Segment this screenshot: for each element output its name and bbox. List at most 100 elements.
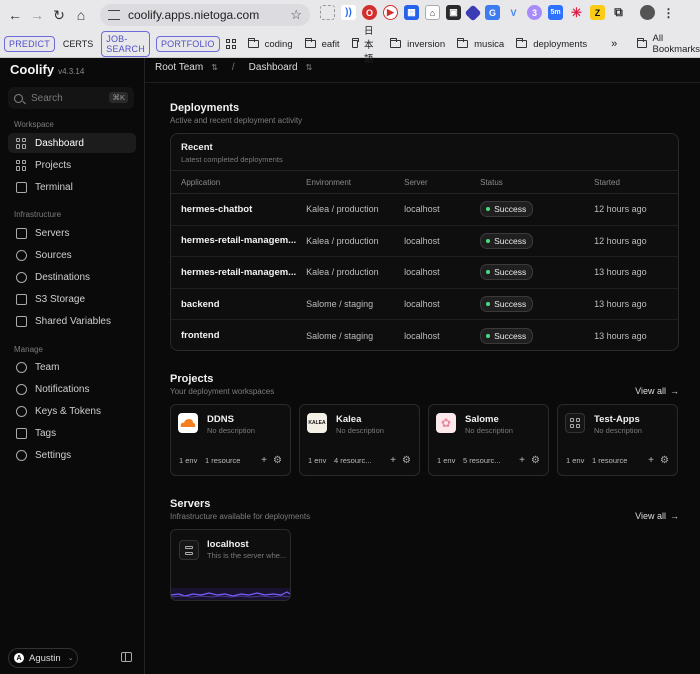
bookmark-folder-coding[interactable]: coding — [247, 38, 293, 50]
all-bookmarks[interactable]: All Bookmarks — [637, 33, 700, 55]
bookmark-folder-deployments[interactable]: deployments — [516, 38, 587, 50]
browser-menu-icon[interactable]: ⋮ — [661, 5, 676, 20]
more-bookmarks-icon[interactable]: » — [611, 38, 617, 50]
brand[interactable]: Coolify v4.3.14 — [10, 62, 84, 77]
sidebar-item-keys-tokens[interactable]: Keys & Tokens — [8, 401, 136, 421]
table-row[interactable]: backend Salome / staging localhost Succe… — [171, 288, 678, 321]
sidebar-item-dashboard[interactable]: Dashboard — [8, 133, 136, 153]
screenshot-extension-icon[interactable] — [320, 5, 335, 20]
sidebar-item-sources[interactable]: Sources — [8, 245, 136, 265]
project-name: DDNS — [207, 414, 234, 425]
add-resource-icon[interactable]: + — [642, 455, 660, 466]
sparkle-extension-icon[interactable]: ✳ — [569, 5, 584, 20]
gear-icon[interactable]: ⚙ — [402, 455, 411, 466]
search-icon — [14, 93, 23, 103]
sidebar-item-label: Shared Variables — [35, 315, 111, 327]
opera-extension-icon[interactable]: O — [362, 5, 377, 20]
cell-application[interactable]: hermes-chatbot — [171, 193, 297, 226]
add-resource-icon[interactable]: + — [513, 455, 531, 466]
project-card-test-apps[interactable]: Test-Apps No description 1 env 1 resourc… — [557, 404, 678, 476]
sidebar-item-shared-variables[interactable]: Shared Variables — [8, 311, 136, 331]
puzzle-extension-icon[interactable]: ⧉ — [611, 5, 626, 20]
bookmark-folder-musica[interactable]: musica — [457, 38, 504, 50]
folder-icon — [351, 38, 360, 48]
section-label-manage: Manage — [14, 345, 43, 354]
add-resource-icon[interactable]: + — [384, 455, 402, 466]
sidebar-item-tags[interactable]: Tags — [8, 423, 136, 443]
browser-chrome: ← → ↻ ⌂ coolify.apps.nietoga.com ☆ )) O … — [0, 0, 700, 65]
bank-extension-icon[interactable]: ⌂ — [425, 5, 440, 20]
cell-application[interactable]: backend — [171, 288, 297, 321]
project-card-kalea[interactable]: KALEA Kalea No description 1 env 4 resou… — [299, 404, 420, 476]
apps-grid-icon[interactable] — [225, 39, 236, 49]
gear-icon[interactable]: ⚙ — [660, 455, 669, 466]
address-bar[interactable]: coolify.apps.nietoga.com ☆ — [100, 4, 310, 26]
sidebar-toggle-icon[interactable] — [121, 652, 132, 662]
sidebar-item-servers[interactable]: Servers — [8, 223, 136, 243]
sidebar-item-projects[interactable]: Projects — [8, 155, 136, 175]
home-icon[interactable]: ⌂ — [70, 4, 92, 26]
server-card-localhost[interactable]: localhost This is the server whe... — [170, 529, 291, 601]
zap-extension-icon[interactable]: Z — [590, 5, 605, 20]
project-card-salome[interactable]: ✿ Salome No description 1 env 5 resourc.… — [428, 404, 549, 476]
back-icon[interactable]: ← — [4, 4, 26, 26]
sidebar-item-team[interactable]: Team — [8, 357, 136, 377]
site-settings-icon[interactable] — [108, 10, 120, 20]
profile-avatar-icon[interactable] — [640, 5, 655, 20]
bookmark-folder-inversion[interactable]: inversion — [390, 38, 445, 50]
cell-application[interactable]: hermes-retail-managem... — [171, 256, 297, 289]
forward-icon[interactable]: → — [26, 4, 48, 26]
project-description: No description — [594, 426, 642, 435]
sidebar-item-notifications[interactable]: Notifications — [8, 379, 136, 399]
nfc-extension-icon[interactable]: )) — [341, 5, 356, 20]
search-input[interactable]: Search ⌘K — [8, 87, 134, 109]
breadcrumb-team[interactable]: Root Team — [155, 62, 203, 73]
bookmark-predict[interactable]: PREDICT — [4, 36, 55, 52]
deployments-title: Deployments — [170, 102, 240, 114]
salome-logo-icon: ✿ — [436, 413, 456, 433]
servers-icon — [16, 227, 27, 239]
table-row[interactable]: hermes-chatbot Kalea / production localh… — [171, 193, 678, 226]
bookmark-portfolio[interactable]: PORTFOLIO — [155, 36, 220, 52]
translate-extension-icon[interactable]: G — [485, 5, 500, 20]
linear-extension-icon[interactable] — [464, 4, 482, 21]
gear-icon[interactable]: ⚙ — [531, 455, 540, 466]
ai-extension-icon[interactable]: 3 — [527, 5, 542, 20]
timer-extension-icon[interactable]: 5m — [548, 5, 563, 20]
trello-extension-icon[interactable]: ▦ — [404, 5, 419, 20]
cell-application[interactable]: frontend — [171, 320, 296, 352]
table-row[interactable]: hermes-retail-managem... Kalea / product… — [171, 225, 678, 258]
project-footer: 1 env 1 resource + ⚙ — [179, 455, 282, 466]
team-switch-icon[interactable]: ⇅ — [211, 63, 218, 72]
bookmark-star-icon[interactable]: ☆ — [290, 7, 302, 23]
status-label: Success — [494, 299, 527, 310]
search-shortcut: ⌘K — [109, 92, 128, 103]
folder-label: eafit — [321, 38, 340, 50]
sidebar-item-s3-storage[interactable]: S3 Storage — [8, 289, 136, 309]
vue-extension-icon[interactable]: V — [506, 5, 521, 20]
bookmark-certs[interactable]: CERTS — [61, 37, 95, 51]
project-name: Test-Apps — [594, 414, 640, 425]
project-card-ddns[interactable]: DDNS No description 1 env 1 resource + ⚙ — [170, 404, 291, 476]
bookmark-job-search[interactable]: JOB-SEARCH — [101, 31, 150, 57]
table-row[interactable]: frontend Salome / staging localhost Succ… — [171, 320, 678, 352]
sidebar-item-terminal[interactable]: Terminal — [8, 177, 136, 197]
sidebar-item-destinations[interactable]: Destinations — [8, 267, 136, 287]
project-name: Salome — [465, 414, 499, 425]
user-menu[interactable]: A Agustin ⌄ — [8, 648, 78, 668]
page-switch-icon[interactable]: ⇅ — [306, 63, 313, 72]
notion-extension-icon[interactable]: ▣ — [446, 5, 461, 20]
cell-server: localhost — [394, 193, 471, 226]
breadcrumb-page[interactable]: Dashboard — [249, 62, 298, 73]
record-extension-icon[interactable]: ▶ — [383, 5, 398, 20]
sidebar-item-settings[interactable]: Settings — [8, 445, 136, 465]
gear-icon[interactable]: ⚙ — [273, 455, 282, 466]
cell-application[interactable]: hermes-retail-managem... — [171, 225, 297, 258]
bookmark-folder-eafit[interactable]: eafit — [304, 38, 340, 50]
table-row[interactable]: hermes-retail-managem... Kalea / product… — [171, 256, 678, 289]
servers-view-all-link[interactable]: View all → — [635, 511, 679, 521]
reload-icon[interactable]: ↻ — [48, 4, 70, 26]
projects-view-all-link[interactable]: View all → — [635, 386, 679, 396]
add-resource-icon[interactable]: + — [255, 455, 273, 466]
sidebar-item-label: Keys & Tokens — [35, 405, 101, 417]
